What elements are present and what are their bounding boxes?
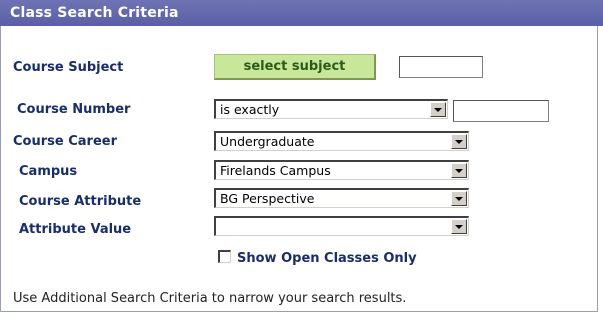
panel-header: Class Search Criteria: [0, 0, 603, 26]
chevron-down-icon[interactable]: [451, 219, 467, 234]
course-career-select[interactable]: Undergraduate: [214, 131, 469, 151]
chevron-down-icon[interactable]: [451, 163, 467, 178]
course-career-value: Undergraduate: [220, 134, 315, 149]
campus-select[interactable]: Firelands Campus: [214, 160, 469, 180]
course-subject-field[interactable]: [399, 56, 483, 78]
course-attribute-label: Course Attribute: [19, 194, 142, 209]
course-number-operator-select[interactable]: is exactly: [214, 99, 448, 119]
course-number-label: Course Number: [17, 102, 131, 117]
course-number-operator-value: is exactly: [220, 102, 280, 117]
campus-value: Firelands Campus: [220, 163, 331, 178]
campus-label: Campus: [19, 164, 78, 179]
course-subject-label: Course Subject: [13, 60, 124, 75]
chevron-down-icon[interactable]: [430, 102, 446, 117]
chevron-down-icon[interactable]: [451, 134, 467, 149]
attribute-value-select[interactable]: [214, 216, 469, 236]
select-subject-button[interactable]: select subject: [214, 54, 376, 80]
course-career-label: Course Career: [13, 134, 117, 149]
show-open-classes-label[interactable]: Show Open Classes Only: [237, 251, 417, 266]
course-attribute-value: BG Perspective: [220, 191, 315, 206]
search-hint-text: Use Additional Search Criteria to narrow…: [13, 291, 407, 306]
chevron-down-icon[interactable]: [451, 191, 467, 206]
attribute-value-label: Attribute Value: [19, 222, 132, 237]
show-open-classes-checkbox[interactable]: [218, 250, 231, 263]
course-attribute-select[interactable]: BG Perspective: [214, 188, 469, 208]
course-number-field[interactable]: [453, 100, 549, 122]
